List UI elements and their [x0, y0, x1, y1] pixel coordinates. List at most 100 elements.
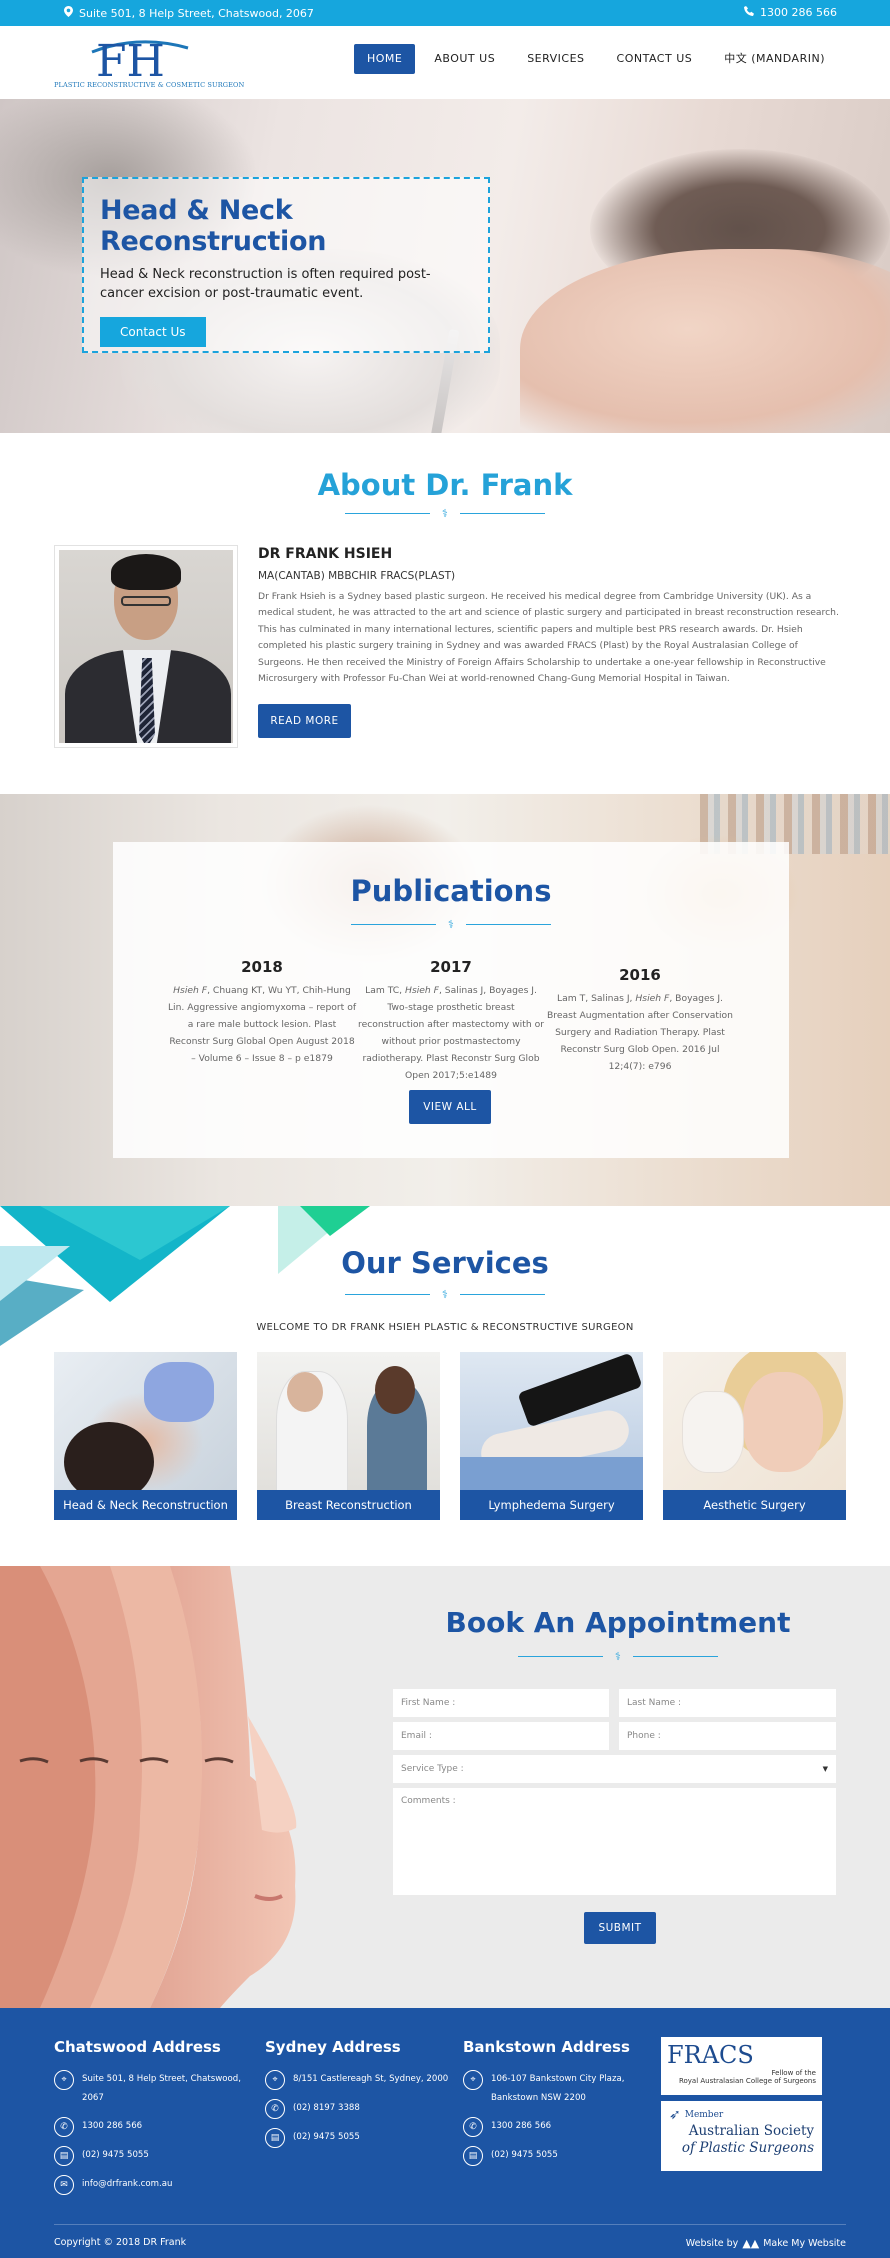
email-icon: ✉ [54, 2175, 74, 2195]
top-phone-text[interactable]: 1300 286 566 [760, 6, 837, 19]
appointment-section: Book An Appointment ⚕ First Name : Last … [0, 1566, 890, 2008]
service-caption[interactable]: Head & Neck Reconstruction [54, 1490, 237, 1520]
publication-year: 2018 [241, 958, 283, 976]
service-card[interactable]: Aesthetic Surgery [663, 1352, 846, 1520]
first-name-field[interactable]: First Name : [393, 1689, 609, 1717]
asps-badge[interactable]: ➶ Member Australian Society of Plastic S… [661, 2101, 822, 2171]
footer-bankstown-title: Bankstown Address [463, 2038, 630, 2056]
publications-title: Publications [350, 874, 552, 908]
map-pin-icon: ⌖ [463, 2070, 483, 2090]
copyright: Copyright © 2018 DR Frank [54, 2237, 187, 2248]
email-field[interactable]: Email : [393, 1722, 609, 1750]
service-caption[interactable]: Aesthetic Surgery [663, 1490, 846, 1520]
appointment-divider: ⚕ [518, 1650, 718, 1664]
service-image [460, 1352, 643, 1490]
services-title: Our Services [341, 1246, 549, 1280]
footer-sydney-title: Sydney Address [265, 2038, 401, 2056]
phone-field[interactable]: Phone : [619, 1722, 836, 1750]
contact-us-button[interactable]: Contact Us [100, 317, 206, 347]
services-subtitle: WELCOME TO DR FRANK HSIEH PLASTIC & RECO… [256, 1322, 634, 1333]
map-pin-icon: ⌖ [54, 2070, 74, 2090]
service-type-select[interactable]: Service Type : ▼ [393, 1755, 836, 1783]
map-pin-icon: ⌖ [265, 2070, 285, 2090]
top-address-text: Suite 501, 8 Help Street, Chatswood, 206… [79, 6, 314, 20]
phone-icon: ✆ [265, 2099, 285, 2119]
service-image [257, 1352, 440, 1490]
footer-phone[interactable]: 1300 286 566 [491, 2117, 551, 2137]
fracs-badge[interactable]: FRACS Fellow of the Royal Australasian C… [661, 2037, 822, 2095]
footer-sydney: Sydney Address ⌖ 8/151 Castlereagh St, Sy… [265, 2038, 455, 2157]
nav-services[interactable]: SERVICES [514, 44, 597, 74]
top-phone[interactable]: 1300 286 566 [744, 6, 837, 19]
asps-line1: Australian Society [688, 2123, 814, 2139]
nav-about-us[interactable]: ABOUT US [421, 44, 508, 74]
top-bar: Suite 501, 8 Help Street, Chatswood, 206… [0, 0, 890, 26]
website-credit[interactable]: Website by ▲▲ Make My Website [686, 2237, 846, 2250]
header: FH PLASTIC RECONSTRUCTIVE & COSMETIC SUR… [0, 26, 890, 99]
appointment-title: Book An Appointment [445, 1606, 791, 1639]
submit-button[interactable]: SUBMIT [584, 1912, 656, 1944]
comments-field[interactable]: Comments : [393, 1788, 836, 1895]
service-caption[interactable]: Lymphedema Surgery [460, 1490, 643, 1520]
footer: Chatswood Address ⌖ Suite 501, 8 Help Str… [0, 2008, 890, 2258]
footer-fax: (02) 9475 5055 [293, 2132, 360, 2142]
service-caption[interactable]: Breast Reconstruction [257, 1490, 440, 1520]
top-address: Suite 501, 8 Help Street, Chatswood, 206… [64, 6, 314, 20]
about-title: About Dr. Frank [317, 468, 573, 502]
hero-caption: Head & Neck Reconstruction Head & Neck r… [82, 177, 490, 353]
nav-contact-us[interactable]: CONTACT US [604, 44, 706, 74]
credit-name[interactable]: Make My Website [763, 2238, 846, 2249]
logo-monogram: FH [91, 36, 189, 80]
stethoscope-icon: ⚕ [615, 1650, 621, 1663]
publication-text: Lam TC, Hsieh F, Salinas J, Boyages J. T… [358, 985, 544, 1081]
service-card[interactable]: Lymphedema Surgery [460, 1352, 643, 1520]
view-all-button[interactable]: VIEW ALL [409, 1090, 491, 1124]
publication-year: 2017 [430, 958, 472, 976]
publication-text: Hsieh F, Chuang KT, Wu YT, Chih-Hung Lin… [167, 985, 357, 1064]
logo-tagline: PLASTIC RECONSTRUCTIVE & COSMETIC SURGEO… [54, 81, 245, 89]
caret-down-icon: ▼ [822, 1765, 828, 1773]
nav-mandarin[interactable]: 中文 (MANDARIN) [711, 44, 838, 74]
footer-phone[interactable]: (02) 8197 3388 [293, 2099, 360, 2119]
publications-section: Publications ⚕ 2018 Hsieh F, Chuang KT, … [0, 794, 890, 1206]
service-card[interactable]: Breast Reconstruction [257, 1352, 440, 1520]
footer-fax: (02) 9475 5055 [491, 2150, 558, 2160]
phone-icon [744, 6, 755, 19]
hero-banner: Head & Neck Reconstruction Head & Neck r… [0, 99, 890, 433]
doctor-credentials: MA(CANTAB) MBBCHIR FRACS(PLAST) [258, 570, 456, 582]
services-section: Our Services ⚕ WELCOME TO DR FRANK HSIEH… [0, 1206, 890, 1566]
make-my-website-logo-icon: ▲▲ [742, 2237, 760, 2250]
map-pin-icon [64, 6, 73, 20]
fax-icon: ▤ [463, 2146, 483, 2166]
fracs-line2: Royal Australasian College of Surgeons [678, 2077, 816, 2085]
about-divider: ⚕ [345, 507, 545, 521]
publication-text: Lam T, Salinas J, Hsieh F, Boyages J. Br… [547, 993, 733, 1072]
publication-item: 2016 Lam T, Salinas J, Hsieh F, Boyages … [545, 966, 735, 1075]
hero-title: Head & Neck Reconstruction [100, 195, 327, 257]
svg-text:FH: FH [96, 36, 165, 80]
footer-chatswood-title: Chatswood Address [54, 2038, 221, 2056]
publication-item: 2017 Lam TC, Hsieh F, Salinas J, Boyages… [356, 958, 546, 1084]
logo[interactable]: FH PLASTIC RECONSTRUCTIVE & COSMETIC SUR… [54, 32, 245, 92]
fax-icon: ▤ [265, 2128, 285, 2148]
service-type-value: Service Type : [401, 1764, 464, 1774]
stethoscope-icon: ⚕ [448, 918, 454, 931]
service-image [54, 1352, 237, 1490]
nav-home[interactable]: HOME [353, 44, 416, 74]
faces-image [0, 1566, 297, 2008]
service-card[interactable]: Head & Neck Reconstruction [54, 1352, 237, 1520]
footer-divider [54, 2224, 846, 2225]
footer-bankstown: Bankstown Address ⌖ 106-107 Bankstown Cit… [463, 2038, 643, 2175]
footer-email[interactable]: info@drfrank.com.au [82, 2175, 172, 2195]
doctor-name: DR FRANK HSIEH [258, 546, 393, 562]
fracs-logo-text: FRACS [667, 2041, 754, 2069]
main-nav: HOME ABOUT US SERVICES CONTACT US 中文 (MA… [353, 44, 838, 74]
phone-icon: ✆ [54, 2117, 74, 2137]
last-name-field[interactable]: Last Name : [619, 1689, 836, 1717]
stethoscope-icon: ⚕ [442, 507, 448, 520]
doctor-photo [54, 545, 238, 748]
publication-item: 2018 Hsieh F, Chuang KT, Wu YT, Chih-Hun… [167, 958, 357, 1067]
footer-phone[interactable]: 1300 286 566 [82, 2117, 142, 2137]
asps-member: Member [684, 2110, 724, 2120]
read-more-button[interactable]: READ MORE [258, 704, 351, 738]
